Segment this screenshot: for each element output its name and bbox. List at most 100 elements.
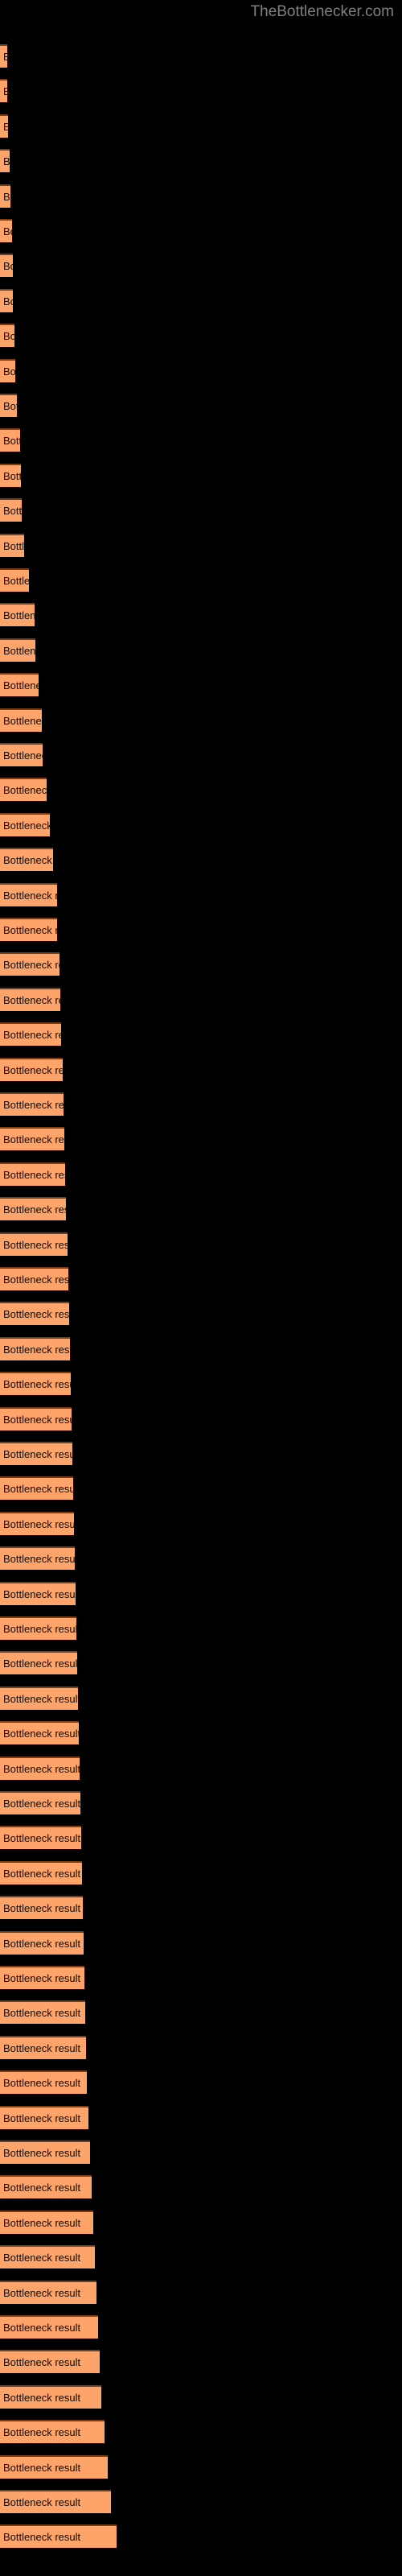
bar-row: Bottleneck result: [0, 1197, 402, 1221]
bar: Bottleneck result: [0, 2140, 90, 2164]
bar: Bottleneck result: [0, 1442, 72, 1465]
bar: Bottleneck result: [0, 219, 12, 242]
bar-label: Bottleneck result: [3, 1937, 81, 1950]
bar-row: Bottleneck result: [0, 1022, 402, 1046]
bar: Bottleneck result: [0, 603, 35, 627]
bar-row: Bottleneck result: [0, 2350, 402, 2374]
bar-label: Bottleneck result: [3, 1483, 73, 1496]
bar-label: Bottleneck result: [3, 1203, 66, 1216]
bar: Bottleneck result: [0, 533, 24, 557]
bar-label: Bottleneck result: [3, 1832, 81, 1845]
bar-row: Bottleneck result: [0, 1546, 402, 1571]
bar-label: Bottleneck result: [3, 469, 21, 482]
bar-label: Bottleneck result: [3, 1448, 72, 1460]
bottleneck-bar-chart: Bottleneck result Bottleneck result Bottle…: [0, 0, 402, 2576]
bar-label: Bottleneck result: [3, 819, 50, 832]
bar-row: Bottleneck result: [0, 1336, 402, 1360]
bar-row: Bottleneck result: [0, 463, 402, 487]
bar-row: Bottleneck result: [0, 79, 402, 103]
bar-label: Bottleneck result: [3, 1657, 77, 1670]
bar-label: Bottleneck result: [3, 679, 39, 692]
bar: Bottleneck result: [0, 1651, 77, 1675]
bar: Bottleneck result: [0, 358, 15, 382]
bar-label: Bottleneck result: [3, 1099, 64, 1111]
bar: Bottleneck result: [0, 2175, 92, 2199]
bar: Bottleneck result: [0, 1546, 75, 1571]
bar-label: Bottleneck result: [3, 889, 57, 902]
bar-row: Bottleneck result: [0, 882, 402, 906]
bar: Bottleneck result: [0, 743, 43, 766]
bar: Bottleneck result: [0, 673, 39, 697]
bar: Bottleneck result: [0, 1826, 81, 1850]
bar: Bottleneck result: [0, 394, 17, 417]
bar-row: Bottleneck result: [0, 987, 402, 1011]
bar-label: Bottleneck result: [3, 749, 43, 762]
bar: Bottleneck result: [0, 1756, 80, 1780]
bar-label: Bottleneck result: [0, 46, 7, 68]
bar-row: Bottleneck result: [0, 1896, 402, 1920]
bar-label: Bottleneck result: [3, 1553, 75, 1566]
bar: Bottleneck result: [0, 2035, 86, 2059]
bar-label: Bottleneck result: [3, 1308, 69, 1321]
bar-row: Bottleneck result: [0, 743, 402, 766]
bar-label: Bottleneck result: [3, 2216, 81, 2229]
bar-row: Bottleneck result: [0, 2524, 402, 2549]
bar-label: Bottleneck result: [3, 1902, 81, 1915]
bar-row: Bottleneck result: [0, 1302, 402, 1326]
bar-row: Bottleneck result: [0, 1721, 402, 1745]
bar: Bottleneck result: [0, 848, 53, 872]
bar-label: Bottleneck result: [3, 2007, 81, 2020]
bar-row: Bottleneck result: [0, 603, 402, 627]
bar: Bottleneck result: [0, 1860, 82, 1885]
bar-label: Bottleneck result: [3, 330, 14, 343]
bar-row: Bottleneck result: [0, 2070, 402, 2095]
bar: Bottleneck result: [0, 1267, 68, 1290]
bar: Bottleneck result: [0, 778, 47, 802]
bar: Bottleneck result: [0, 1721, 79, 1745]
bar: Bottleneck result: [0, 882, 57, 906]
bar-row: Bottleneck result: [0, 1127, 402, 1151]
bar: Bottleneck result: [0, 1686, 78, 1710]
bar-row: Bottleneck result: [0, 2035, 402, 2059]
bar: Bottleneck result: [0, 254, 13, 278]
bar-label: Bottleneck result: [3, 2077, 81, 2090]
bar-label: Bottleneck result: [3, 1517, 74, 1530]
bar: Bottleneck result: [0, 1127, 64, 1151]
bar-label: Bottleneck result: [3, 190, 10, 203]
bar: Bottleneck result: [0, 1092, 64, 1116]
bar-row: Bottleneck result: [0, 918, 402, 941]
bar-label: Bottleneck result: [0, 116, 8, 138]
bar-row: Bottleneck result: [0, 288, 402, 312]
bar: Bottleneck result: [0, 2315, 98, 2339]
bar-label: Bottleneck result: [3, 959, 59, 972]
bar-label: Bottleneck result: [3, 609, 35, 622]
bar: Bottleneck result: [0, 2454, 108, 2479]
bar-label: Bottleneck result: [3, 1133, 64, 1146]
bar-row: Bottleneck result: [0, 848, 402, 872]
bar-label: Bottleneck result: [3, 260, 13, 273]
bar-row: Bottleneck result: [0, 1860, 402, 1885]
bar-label: Bottleneck result: [3, 2112, 81, 2124]
bar-row: Bottleneck result: [0, 952, 402, 976]
bar-row: Bottleneck result: [0, 533, 402, 557]
bar-row: Bottleneck result: [0, 1057, 402, 1081]
bar-row: Bottleneck result: [0, 2384, 402, 2409]
bar-row: Bottleneck result: [0, 254, 402, 278]
bar: Bottleneck result: [0, 2490, 111, 2513]
bar-row: Bottleneck result: [0, 2210, 402, 2234]
bar-row: Bottleneck result: [0, 778, 402, 802]
bar: Bottleneck result: [0, 1581, 76, 1605]
bar-row: Bottleneck result: [0, 2105, 402, 2129]
bar-label: Bottleneck result: [3, 1168, 65, 1181]
bar-row: Bottleneck result: [0, 673, 402, 697]
bar-row: Bottleneck result: [0, 1372, 402, 1396]
bar-row: Bottleneck result: [0, 1756, 402, 1780]
bar-row: Bottleneck result: [0, 1092, 402, 1116]
bar: Bottleneck result: [0, 2420, 105, 2444]
bar: Bottleneck result: [0, 2384, 101, 2409]
bar: Bottleneck result: [0, 2000, 85, 2025]
bar-row: Bottleneck result: [0, 219, 402, 242]
bar: Bottleneck result: [0, 2070, 87, 2095]
bar-label: Bottleneck result: [3, 714, 42, 727]
bar-label: Bottleneck result: [3, 2322, 81, 2334]
